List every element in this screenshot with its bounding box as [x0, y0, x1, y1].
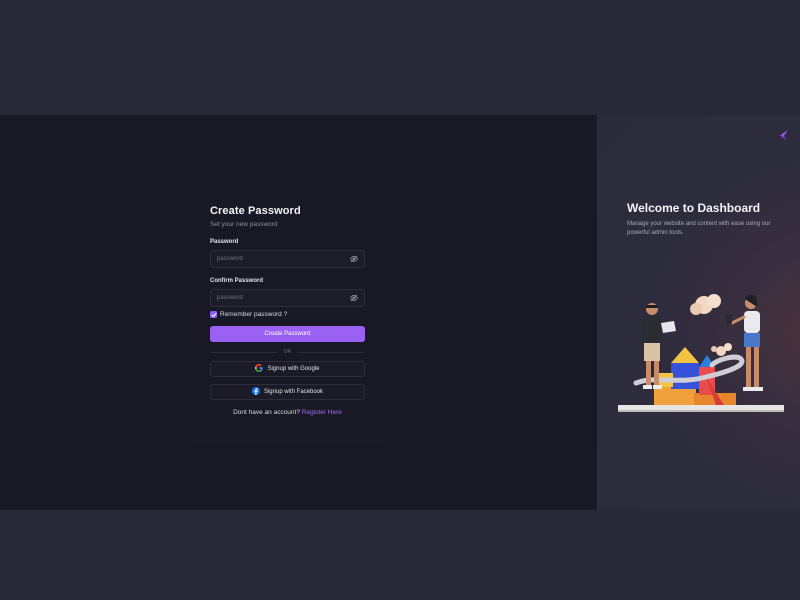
password-field-wrapper	[210, 250, 365, 268]
divider-text: OR	[283, 349, 292, 355]
eye-off-icon[interactable]	[350, 255, 358, 263]
create-password-form: Create Password Set your new password Pa…	[210, 205, 365, 416]
google-button-label: Signup with Google	[267, 366, 320, 372]
welcome-description: Manage your website and content with eas…	[627, 221, 771, 236]
remember-password-row: Remember password ?	[210, 311, 365, 318]
facebook-icon	[251, 387, 260, 397]
create-password-button[interactable]: Create Password	[210, 326, 365, 342]
confirm-password-input[interactable]	[217, 295, 337, 301]
confirm-password-field-wrapper	[210, 289, 365, 307]
register-link[interactable]: Register Here	[302, 409, 342, 416]
signup-prompt-text: Dont have an account?	[233, 409, 300, 416]
welcome-title: Welcome to Dashboard	[627, 201, 761, 215]
signup-facebook-button[interactable]: Signup with Facebook	[210, 384, 365, 400]
app-frame: Create Password Set your new password Pa…	[0, 115, 800, 510]
or-divider: OR	[210, 349, 365, 355]
remember-password-checkbox[interactable]	[210, 311, 217, 318]
facebook-button-label: Signup with Facebook	[263, 389, 324, 395]
remember-password-label: Remember password ?	[220, 311, 288, 318]
signup-google-button[interactable]: Signup with Google	[210, 361, 365, 377]
brand-logo-icon[interactable]	[778, 128, 790, 140]
page-subtitle: Set your new password	[210, 221, 278, 228]
confirm-password-label: Confirm Password	[210, 278, 264, 284]
password-input[interactable]	[217, 256, 337, 262]
welcome-panel: Welcome to Dashboard Manage your website…	[597, 115, 800, 510]
password-label: Password	[210, 239, 239, 245]
divider-line	[210, 351, 278, 353]
signup-prompt: Dont have an account? Register Here	[210, 409, 365, 416]
dashboard-illustration	[618, 294, 784, 412]
google-icon	[255, 364, 264, 374]
form-bottom-divider	[192, 441, 384, 442]
divider-line	[297, 351, 365, 353]
eye-off-icon[interactable]	[350, 294, 358, 302]
form-pane: Create Password Set your new password Pa…	[0, 115, 597, 510]
page-title: Create Password	[210, 205, 301, 217]
check-icon	[210, 312, 217, 317]
